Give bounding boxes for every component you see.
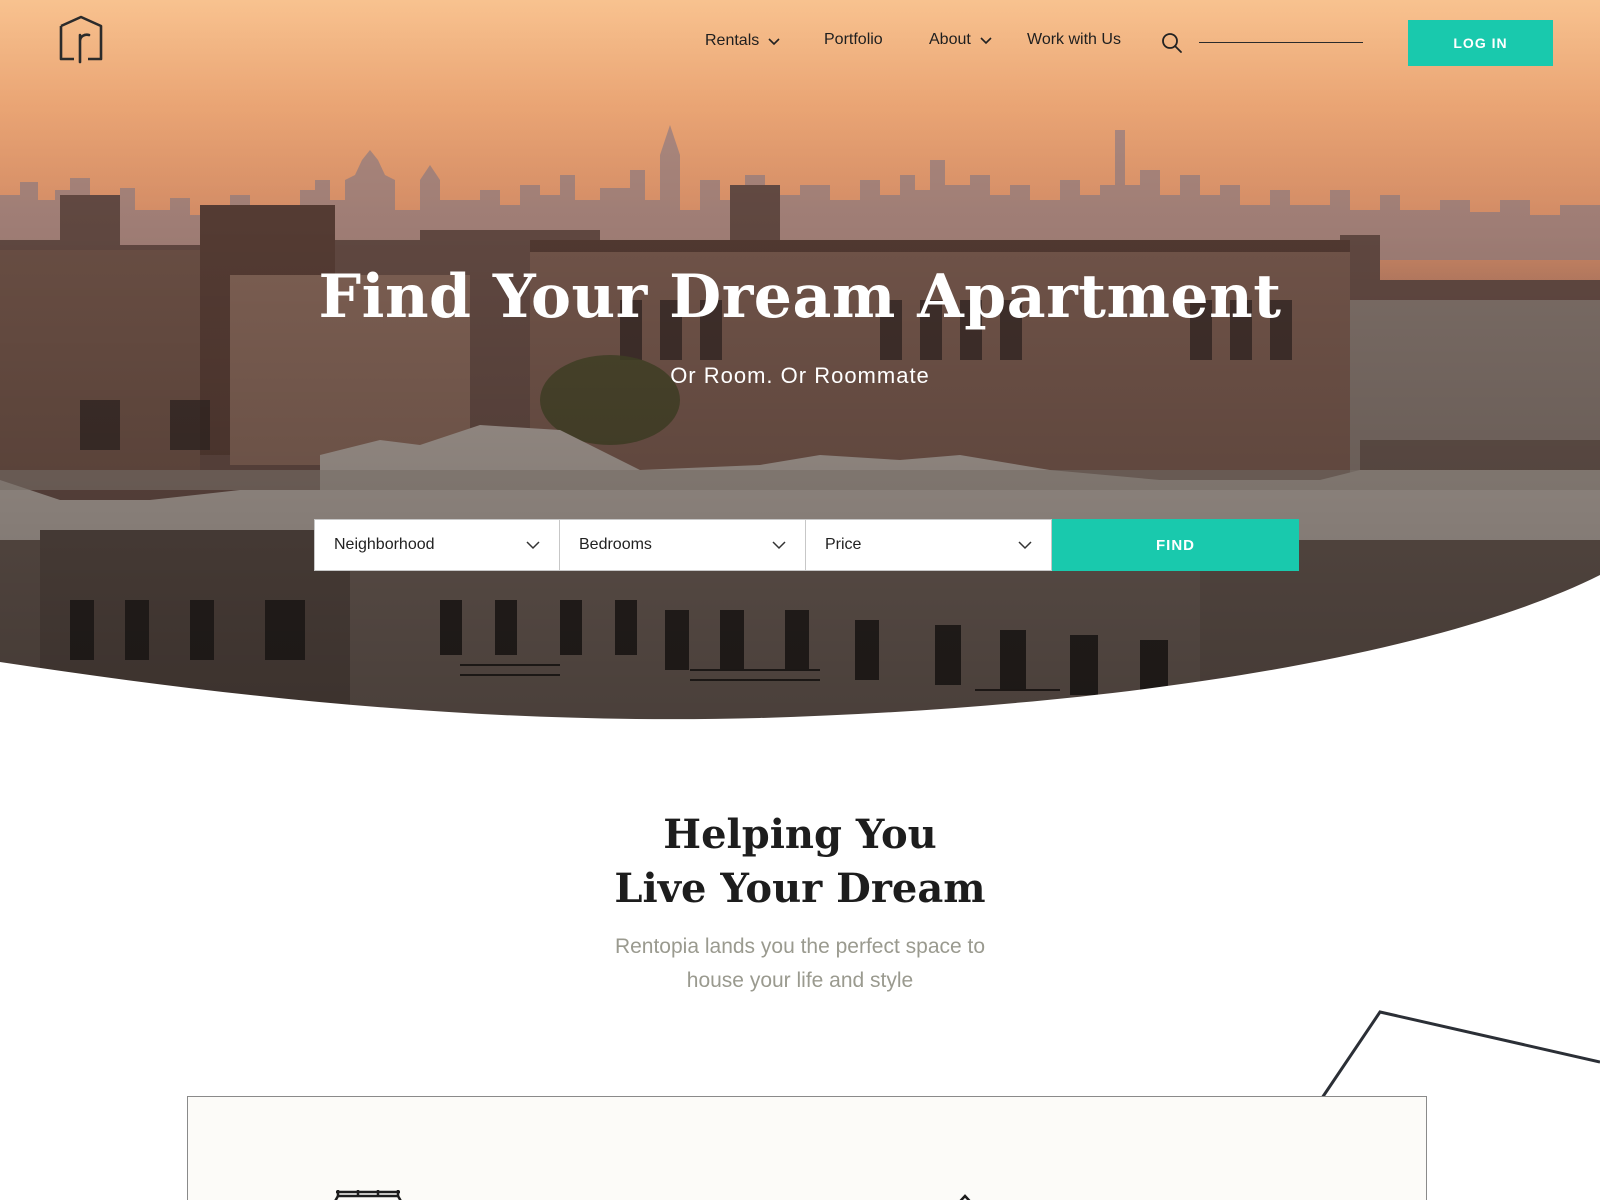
neighborhood-select[interactable]: Neighborhood xyxy=(314,519,560,571)
intro-title-line1: Helping You xyxy=(663,811,937,858)
search-input[interactable] xyxy=(1199,42,1363,43)
intro-text-line1: Rentopia lands you the perfect space to xyxy=(614,935,986,958)
hero-subtitle: Or Room. Or Roommate xyxy=(670,363,930,388)
hero-city-skyline-image xyxy=(0,0,1600,720)
nav-rentals[interactable]: Rentals xyxy=(705,32,781,50)
chevron-down-icon xyxy=(526,541,540,550)
chevron-down-icon xyxy=(980,37,992,45)
intro-title-line2: Live Your Dream xyxy=(614,865,986,912)
intro-text: Rentopia lands you the perfect space to … xyxy=(0,930,1600,998)
search-icon[interactable] xyxy=(1160,31,1184,55)
find-button[interactable]: FIND xyxy=(1052,519,1299,571)
chevron-down-icon xyxy=(772,541,786,550)
nav-portfolio-label: Portfolio xyxy=(824,31,883,48)
price-select[interactable]: Price xyxy=(806,519,1052,571)
nav-portfolio[interactable]: Portfolio xyxy=(824,31,883,49)
hero-section: Rentals Portfolio About Work with Us LOG… xyxy=(0,0,1600,720)
login-button[interactable]: LOG IN xyxy=(1408,20,1553,66)
nav-rentals-label: Rentals xyxy=(705,32,760,49)
bedrooms-select[interactable]: Bedrooms xyxy=(560,519,806,571)
intro-text-line2: house your life and style xyxy=(686,969,914,992)
hero-title: Find Your Dream Apartment xyxy=(318,262,1282,332)
nav-about-label: About xyxy=(929,31,971,48)
intro-title: Helping You Live Your Dream xyxy=(0,808,1600,916)
neighborhood-select-label: Neighborhood xyxy=(334,536,435,553)
apartment-search-bar: Neighborhood Bedrooms Price FIND xyxy=(314,519,1299,571)
feature-card xyxy=(187,1096,1427,1200)
bedrooms-select-label: Bedrooms xyxy=(579,536,652,553)
main-nav: Rentals Portfolio About Work with Us xyxy=(0,30,1600,60)
house-icon xyxy=(959,1194,971,1200)
chevron-down-icon xyxy=(1018,541,1032,550)
bridge-icon xyxy=(334,1190,402,1200)
chevron-down-icon xyxy=(768,38,780,46)
price-select-label: Price xyxy=(825,536,862,553)
nav-work-with-us[interactable]: Work with Us xyxy=(1027,31,1121,49)
nav-work-with-us-label: Work with Us xyxy=(1027,31,1121,48)
nav-about[interactable]: About xyxy=(929,31,993,49)
